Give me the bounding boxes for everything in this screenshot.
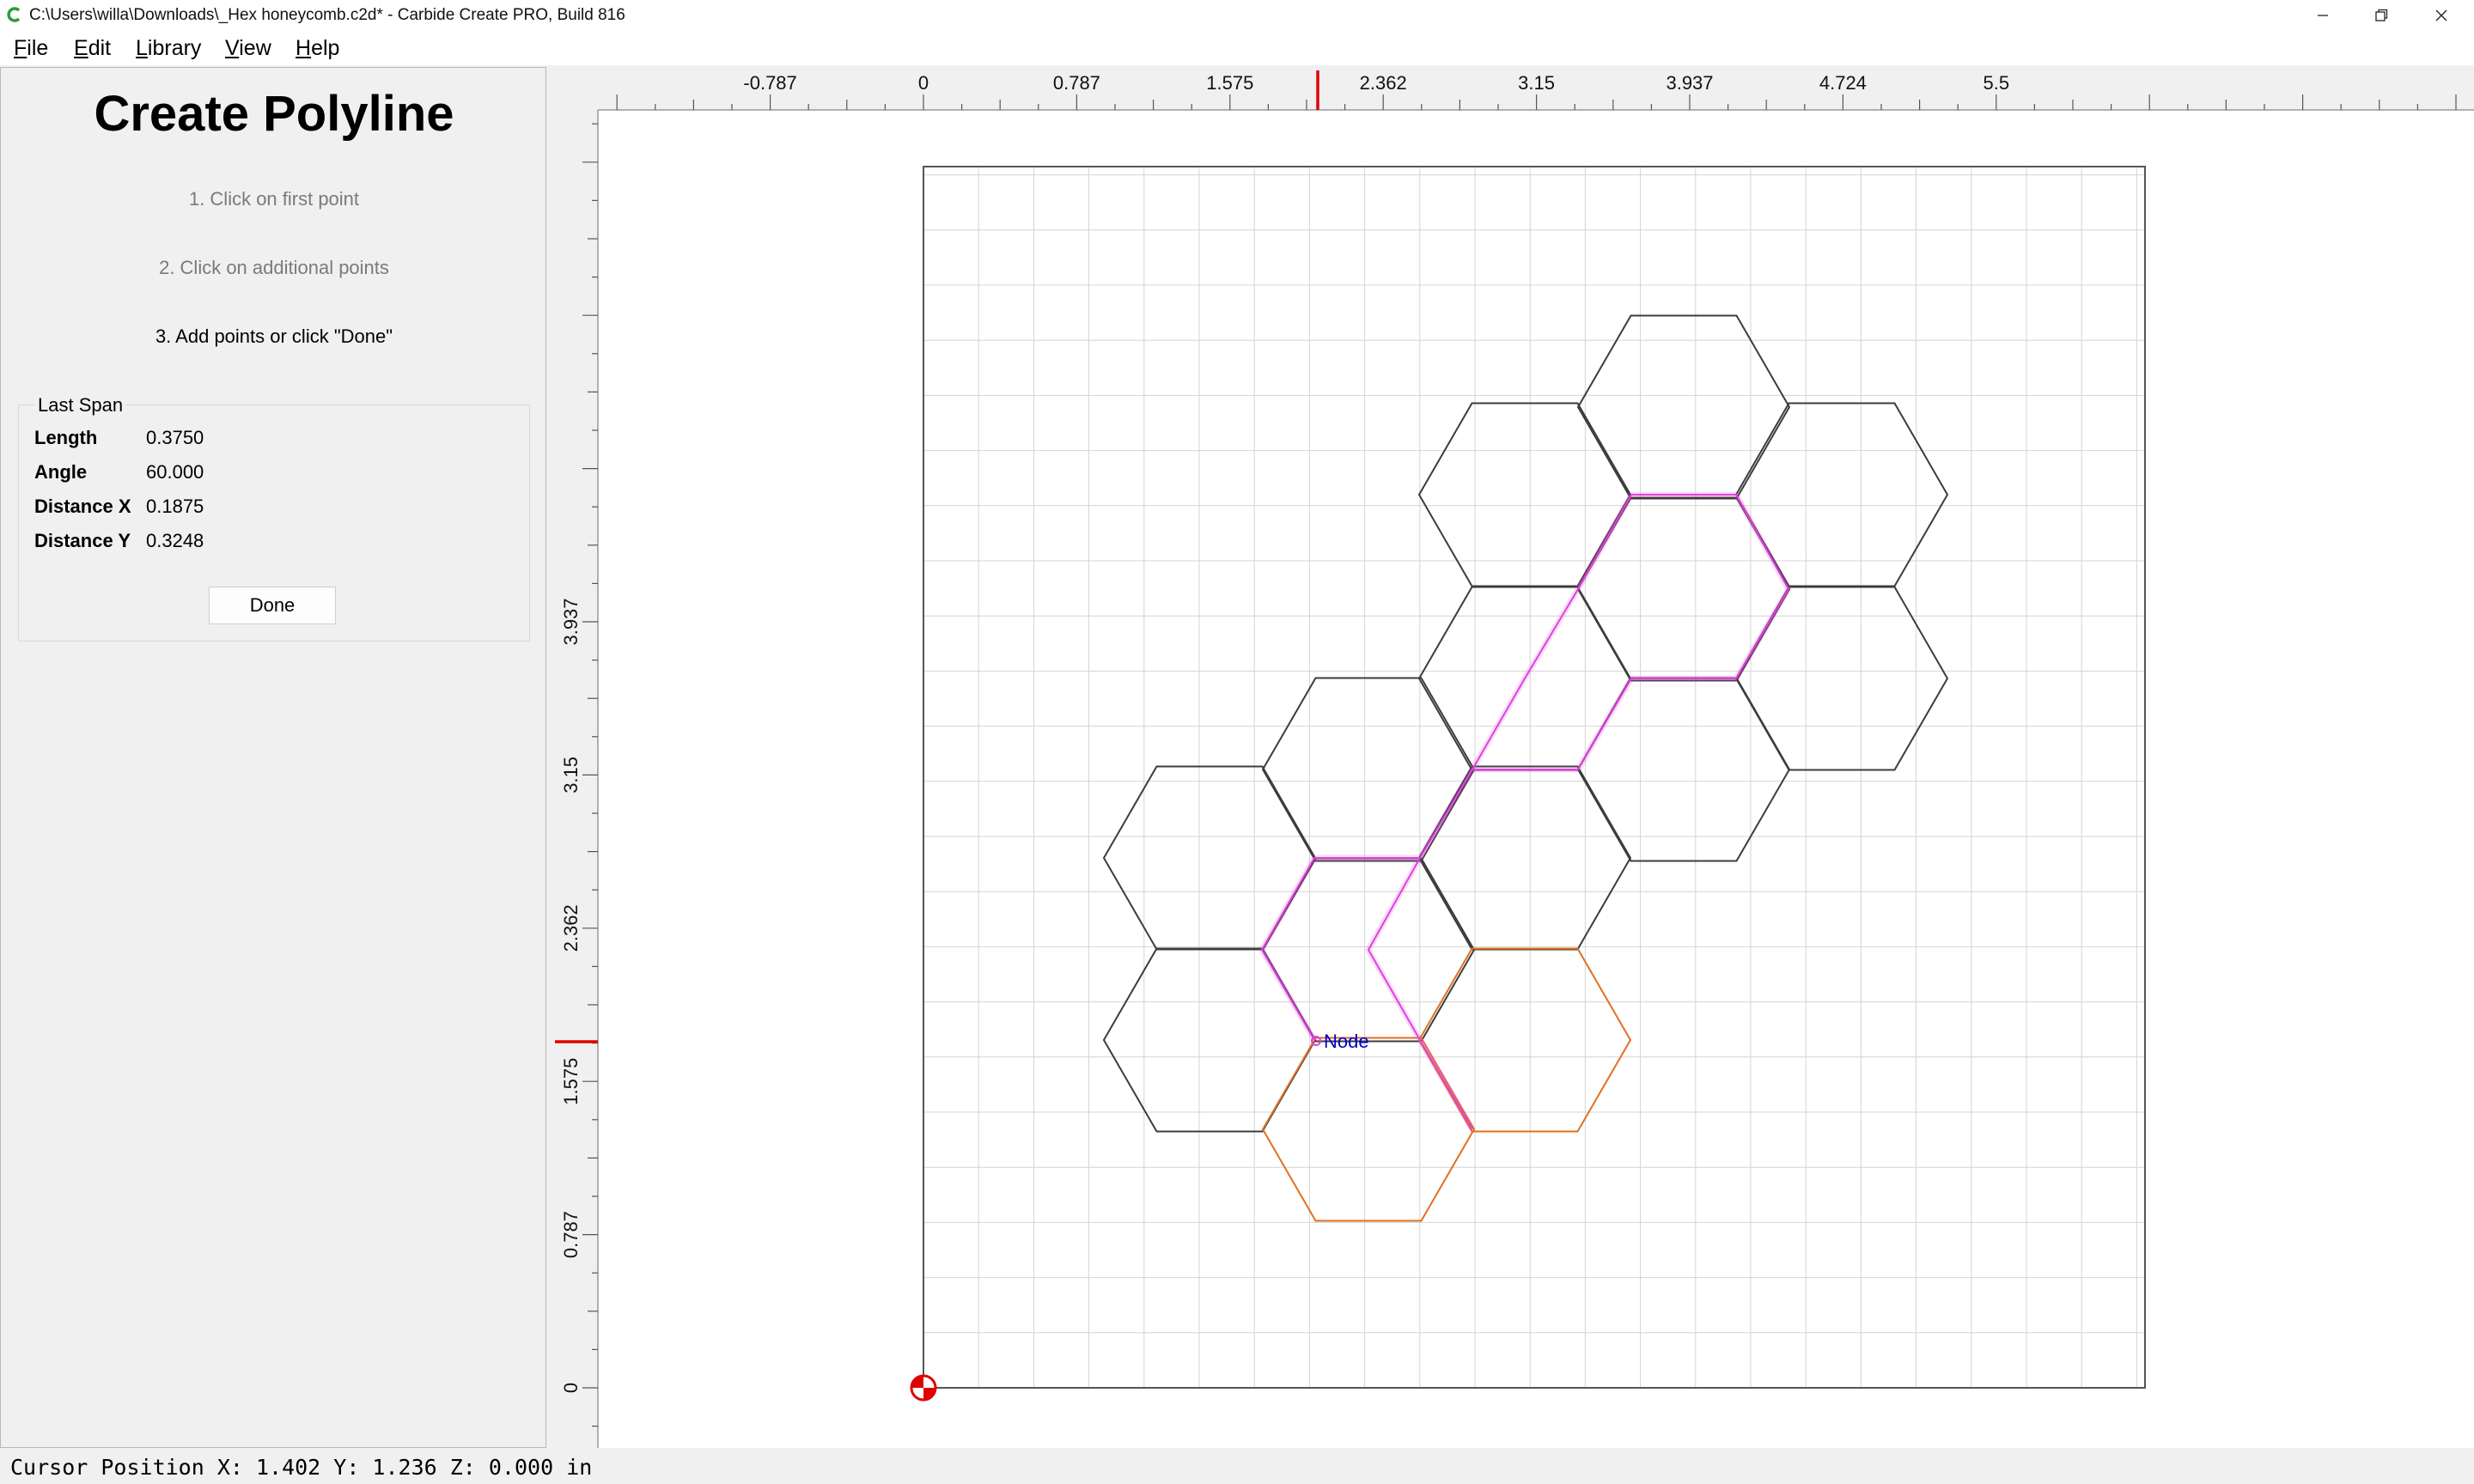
menu-help-label: elp [311, 36, 340, 60]
last-span-title: Last Span [34, 393, 127, 417]
window-title: C:\Users\willa\Downloads\_Hex honeycomb.… [29, 6, 625, 24]
close-button[interactable] [2414, 0, 2469, 31]
menu-help[interactable]: Help [296, 34, 339, 62]
node-label: Node [1324, 1031, 1369, 1052]
workspace[interactable] [598, 110, 2474, 1448]
distance-y-label: Distance Y [34, 530, 131, 551]
top-ruler-label: -0.787 [743, 72, 796, 94]
menu-bar: File Edit Library View Help [0, 31, 2474, 65]
menu-file-label: ile [27, 36, 49, 60]
angle-label: Angle [34, 461, 88, 483]
distance-y-value: 0.3248 [146, 530, 204, 551]
menu-library-label: ibrary [147, 36, 202, 60]
top-ruler-label: 1.575 [1206, 72, 1253, 94]
design-canvas-area: -0.787 0 0.787 1.575 2.362 3.15 3.937 4.724 5.5 … [553, 67, 2474, 1448]
left-ruler-label: 3.15 [560, 757, 582, 794]
menu-view-mnemonic: V [225, 36, 240, 60]
status-bar: Cursor Position X: 1.402 Y: 1.236 Z: 0.0… [0, 1448, 2474, 1484]
left-ruler-label: 3.937 [560, 598, 582, 645]
minimize-button[interactable] [2295, 0, 2350, 31]
top-ruler-label: 5.5 [1983, 72, 2010, 94]
left-ruler-label: 1.575 [560, 1058, 582, 1105]
menu-library[interactable]: Library [136, 34, 201, 62]
menu-help-mnemonic: H [296, 36, 312, 60]
distance-x-value: 0.1875 [146, 496, 204, 517]
left-ruler-label: 2.362 [560, 904, 582, 952]
left-ruler-label: 0.787 [560, 1211, 582, 1258]
length-label: Length [34, 427, 98, 448]
origin-icon [910, 1374, 937, 1402]
angle-value: 60.000 [146, 461, 204, 483]
top-ruler-bg [553, 67, 2474, 110]
step-1: 1. Click on first point [188, 188, 360, 210]
restore-icon [2375, 9, 2388, 21]
top-ruler-label: 3.15 [1518, 72, 1555, 94]
top-ruler-label: 0 [918, 72, 929, 94]
design-canvas[interactable]: -0.787 0 0.787 1.575 2.362 3.15 3.937 4.724 5.5 … [553, 67, 2474, 1448]
distance-x-label: Distance X [34, 496, 131, 517]
menu-library-mnemonic: L [136, 36, 148, 60]
step-3: 3. Add points or click "Done" [155, 325, 393, 347]
length-value: 0.3750 [146, 427, 204, 448]
tool-panel: Create Polyline 1. Click on first point … [0, 67, 546, 1448]
top-ruler-label: 2.362 [1360, 72, 1407, 94]
menu-edit-mnemonic: E [74, 36, 88, 60]
title-bar: C:\Users\willa\Downloads\_Hex honeycomb.… [0, 0, 2474, 31]
step-2: 2. Click on additional points [159, 257, 389, 278]
panel-title: Create Polyline [94, 86, 454, 142]
menu-view[interactable]: View [225, 34, 271, 62]
menu-file[interactable]: File [14, 34, 48, 62]
top-ruler-label: 4.724 [1819, 72, 1867, 94]
carbide-create-icon [7, 7, 21, 22]
minimize-icon [2318, 15, 2328, 16]
menu-edit[interactable]: Edit [74, 34, 111, 62]
top-ruler-label: 0.787 [1053, 72, 1100, 94]
menu-view-label: iew [239, 36, 271, 60]
menu-file-mnemonic: F [14, 36, 27, 60]
cursor-position: Cursor Position X: 1.402 Y: 1.236 Z: 0.0… [10, 1455, 593, 1480]
done-button[interactable]: Done [209, 587, 336, 624]
menu-edit-label: dit [88, 36, 112, 60]
close-icon [2435, 9, 2447, 21]
restore-button[interactable] [2354, 0, 2409, 31]
top-ruler-label: 3.937 [1666, 72, 1713, 94]
left-ruler-label: 0 [560, 1383, 582, 1393]
